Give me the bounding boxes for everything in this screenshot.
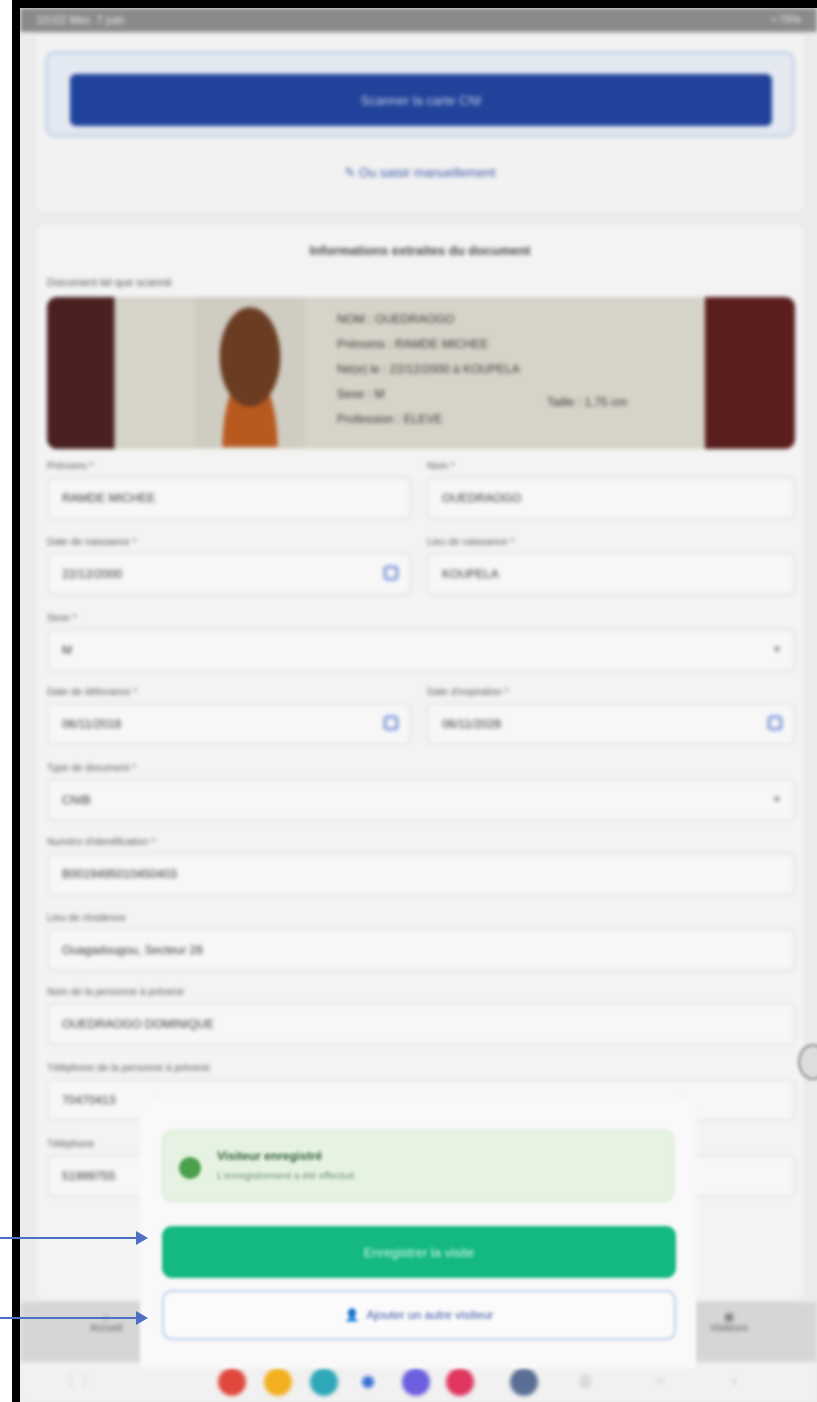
nav-item-home[interactable]: ⌂ Accueil xyxy=(90,1312,122,1334)
id-prenoms: Prénoms : RAMDE MICHEE xyxy=(337,337,489,351)
id-sexe: Sexe : M xyxy=(337,387,385,401)
lieu-residence-input[interactable]: Ouagadougou, Secteur 28 xyxy=(47,929,795,971)
add-visitor-button[interactable]: 👤 Ajouter un autre visiteur xyxy=(162,1290,676,1340)
app-icon-5[interactable] xyxy=(402,1368,430,1396)
success-title: Visiteur enregistré xyxy=(217,1149,323,1163)
add-visitor-label: Ajouter un autre visiteur xyxy=(366,1308,494,1322)
label-date-expiration: Date d'expiration * xyxy=(427,687,509,698)
scan-card: Scanner la carte CNI ✎ Ou saisir manuell… xyxy=(34,34,806,214)
id-card-text: NOM : OUEDRAOGO Prénoms : RAMDE MICHEE N… xyxy=(337,307,520,432)
lieu-naissance-input[interactable]: KOUPELA xyxy=(427,553,795,595)
sexe-select[interactable]: M ▾ xyxy=(47,629,795,671)
label-lieu-residence: Lieu de résidence xyxy=(47,913,126,924)
label-prenoms: Prénoms * xyxy=(47,461,94,472)
check-icon xyxy=(179,1157,201,1179)
label-date-delivrance: Date de délivrance * xyxy=(47,687,138,698)
date-delivrance-value: 06/11/2018 xyxy=(62,717,122,731)
label-sexe: Sexe * xyxy=(47,613,77,624)
user-add-icon: 👤 xyxy=(344,1308,367,1322)
status-battery: • 75% xyxy=(772,14,801,26)
type-document-value: CNIB xyxy=(62,793,91,807)
personne-prevenir-input[interactable]: OUEDRAOGO DOMINIQUE xyxy=(47,1003,795,1045)
label-personne-prevenir: Nom de la personne à prévenir xyxy=(47,987,185,998)
status-time: 10:02 Mer. 7 juin xyxy=(36,13,125,27)
label-type-document: Type de document * xyxy=(47,763,136,774)
app-icon-2[interactable] xyxy=(264,1368,292,1396)
sexe-value: M xyxy=(62,643,72,657)
nav-home-label: Accueil xyxy=(90,1323,123,1334)
chevron-down-icon: ▾ xyxy=(773,642,780,656)
tablet-screen: 10:02 Mer. 7 juin • 75% Scanner la carte… xyxy=(20,8,817,1402)
label-numero-identification: Numéro d'identification * xyxy=(47,837,156,848)
annotation-arrow-add xyxy=(0,1311,148,1325)
label-date-naissance: Date de naissance * xyxy=(47,537,137,548)
status-bar: 10:02 Mer. 7 juin • 75% xyxy=(20,8,817,32)
date-expiration-input[interactable]: 06/11/2028 xyxy=(427,703,795,745)
visitor-saved-sheet: Visiteur enregistré L'enregistrement a é… xyxy=(140,1098,696,1368)
pencil-icon: ✎ xyxy=(344,165,359,180)
label-nom: Nom * xyxy=(427,461,455,472)
id-naissance: Né(e) le : 22/12/2000 à KOUPELA xyxy=(337,362,520,376)
id-photo xyxy=(195,297,305,447)
app-icon-3[interactable] xyxy=(310,1368,338,1396)
numero-identification-input[interactable]: B0019495010450403 xyxy=(47,853,795,895)
id-nom: NOM : OUEDRAOGO xyxy=(337,312,455,326)
nav-visitors-label: Visiteurs xyxy=(710,1323,749,1334)
app-icon-1[interactable] xyxy=(218,1368,246,1396)
calendar-icon[interactable] xyxy=(384,566,398,580)
date-expiration-value: 06/11/2028 xyxy=(442,717,502,731)
date-naissance-input[interactable]: 22/12/2000 xyxy=(47,553,411,595)
apps-grid-icon[interactable]: ⋮⋮ xyxy=(64,1372,92,1389)
nav-item-visitors[interactable]: ▦ Visiteurs xyxy=(710,1312,748,1334)
scan-highlight: Scanner la carte CNI xyxy=(45,51,795,137)
scanned-doc-label: Document tel que scanné xyxy=(47,277,172,289)
calendar-icon[interactable] xyxy=(768,716,782,730)
type-document-select[interactable]: CNIB ▾ xyxy=(47,779,795,821)
nom-input[interactable]: OUEDRAOGO xyxy=(427,477,795,519)
back-icon[interactable]: ‹ xyxy=(732,1372,737,1388)
success-subtitle: L'enregistrement a été effectué. xyxy=(217,1171,358,1182)
app-icon-7[interactable] xyxy=(510,1368,538,1396)
label-telephone: Téléphone xyxy=(47,1139,95,1150)
visitors-icon: ▦ xyxy=(724,1312,734,1323)
calendar-icon[interactable] xyxy=(384,716,398,730)
save-visit-button[interactable]: Enregistrer la visite xyxy=(162,1226,676,1278)
system-taskbar: ⋮⋮ ||| ○ ‹ xyxy=(20,1362,817,1402)
chevron-down-icon: ▾ xyxy=(773,792,780,806)
recent-apps-icon[interactable]: ||| xyxy=(580,1372,591,1388)
prenoms-input[interactable]: RAMDE MICHEE xyxy=(47,477,411,519)
scanned-id-image: NOM : OUEDRAOGO Prénoms : RAMDE MICHEE N… xyxy=(47,297,795,449)
id-profession: Profession : ELEVE xyxy=(337,412,443,426)
manual-entry-link[interactable]: ✎ Ou saisir manuellement xyxy=(35,165,805,181)
label-lieu-naissance: Lieu de naissance * xyxy=(427,537,515,548)
date-naissance-value: 22/12/2000 xyxy=(62,567,123,581)
app-icon-4[interactable] xyxy=(362,1376,374,1388)
success-banner: Visiteur enregistré L'enregistrement a é… xyxy=(162,1130,674,1202)
date-delivrance-input[interactable]: 06/11/2018 xyxy=(47,703,411,745)
manual-entry-label: Ou saisir manuellement xyxy=(358,165,496,180)
app-icon-6[interactable] xyxy=(446,1368,474,1396)
section-title: Informations extraites du document xyxy=(309,243,531,258)
id-taille: Taille : 1,75 cm xyxy=(547,395,628,409)
annotation-arrow-save xyxy=(0,1231,148,1245)
label-telephone-prevenir: Téléphone de la personne à prévenir xyxy=(47,1063,211,1074)
scan-card-button[interactable]: Scanner la carte CNI xyxy=(70,74,772,126)
home-button-icon[interactable]: ○ xyxy=(656,1372,664,1388)
